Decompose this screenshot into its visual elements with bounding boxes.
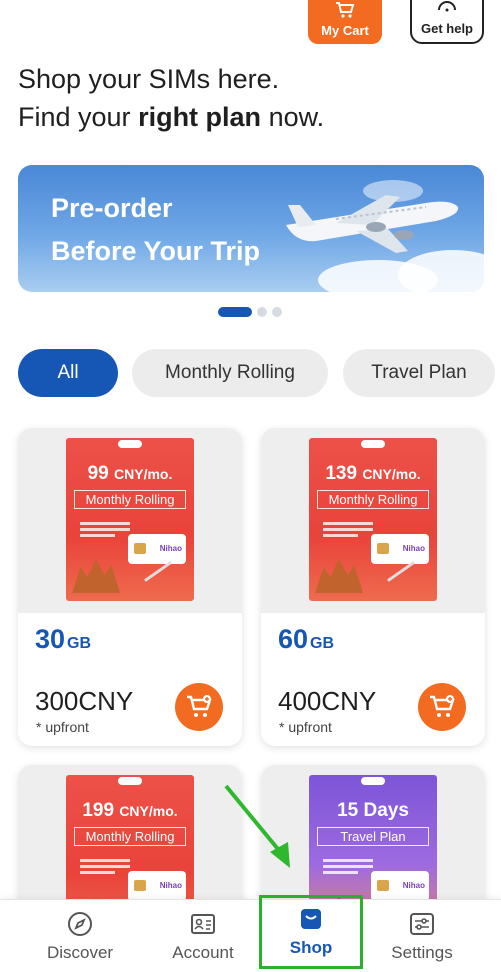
filter-chip-travel-plan[interactable]: Travel Plan bbox=[343, 349, 495, 397]
price-note: * upfront bbox=[279, 719, 332, 735]
my-cart-label: My Cart bbox=[321, 23, 369, 38]
nav-shop[interactable]: Shop bbox=[259, 895, 363, 969]
pack-price: 15 Days bbox=[337, 800, 409, 821]
headline-line-2: Find your right plan now. bbox=[18, 98, 324, 136]
headset-icon bbox=[436, 0, 458, 19]
product-card[interactable]: 139 CNY/mo. Monthly Rolling Nihao 60 GB 4… bbox=[261, 428, 485, 746]
nav-label: Settings bbox=[391, 942, 453, 962]
headline-line-1: Shop your SIMs here. bbox=[18, 64, 280, 94]
product-price: 400CNY bbox=[278, 686, 377, 716]
get-help-button[interactable]: Get help bbox=[410, 0, 484, 44]
airplane-icon bbox=[276, 185, 466, 262]
nav-label: Shop bbox=[289, 938, 333, 957]
compass-icon bbox=[68, 911, 92, 936]
filter-chip-all[interactable]: All bbox=[18, 349, 118, 397]
data-allowance: 60 GB bbox=[278, 624, 335, 654]
pack-plan: Monthly Rolling bbox=[317, 490, 429, 509]
filter-chip-monthly-rolling[interactable]: Monthly Rolling bbox=[132, 349, 328, 397]
carousel-dot-active[interactable] bbox=[218, 307, 252, 317]
pack-plan: Monthly Rolling bbox=[74, 827, 186, 846]
nav-label: Account bbox=[172, 942, 234, 962]
add-to-cart-button[interactable] bbox=[418, 683, 466, 731]
banner-subtitle: Before Your Trip bbox=[51, 236, 261, 266]
promo-banner[interactable]: Pre-order Before Your Trip bbox=[18, 165, 484, 292]
shopping-bag-icon bbox=[301, 909, 321, 929]
nav-discover[interactable]: Discover bbox=[30, 900, 130, 972]
add-cart-icon bbox=[430, 695, 455, 717]
sim-package-image: 99 CNY/mo. Monthly Rolling Nihao bbox=[66, 438, 194, 601]
product-image: 99 CNY/mo. Monthly Rolling Nihao bbox=[18, 428, 242, 613]
data-allowance: 30 GB bbox=[35, 624, 92, 654]
carousel-indicator bbox=[218, 307, 282, 317]
product-image: 139 CNY/mo. Monthly Rolling Nihao bbox=[261, 428, 485, 613]
product-card[interactable]: 99 CNY/mo. Monthly Rolling Nihao 30 GB 30… bbox=[18, 428, 242, 746]
banner-title: Pre-order bbox=[51, 193, 173, 223]
headline-text: Find your bbox=[18, 102, 139, 132]
get-help-label: Get help bbox=[420, 21, 473, 36]
pack-price: 99 CNY/mo. bbox=[87, 463, 173, 484]
sliders-icon bbox=[410, 912, 434, 935]
id-card-icon bbox=[191, 913, 215, 934]
pack-plan: Monthly Rolling bbox=[74, 490, 186, 509]
carousel-dot[interactable] bbox=[272, 307, 282, 317]
product-price: 300CNY bbox=[35, 686, 134, 716]
guide-arrow bbox=[224, 784, 290, 868]
page-headline: Shop your SIMs here. Find your right pla… bbox=[18, 60, 324, 136]
sim-package-image: 139 CNY/mo. Monthly Rolling Nihao bbox=[309, 438, 437, 601]
cart-icon bbox=[335, 2, 355, 21]
price-note: * upfront bbox=[36, 719, 89, 735]
pack-price: 199 CNY/mo. bbox=[82, 800, 178, 821]
bottom-navigation: Discover Account Shop Settings bbox=[0, 895, 501, 972]
add-to-cart-button[interactable] bbox=[175, 683, 223, 731]
nav-settings[interactable]: Settings bbox=[372, 900, 472, 972]
headline-emphasis: right plan bbox=[138, 102, 262, 132]
my-cart-button[interactable]: My Cart bbox=[308, 0, 382, 44]
pack-price: 139 CNY/mo. bbox=[325, 463, 421, 484]
pack-plan: Travel Plan bbox=[317, 827, 429, 846]
nav-label: Discover bbox=[46, 942, 114, 962]
headline-text-end: now. bbox=[261, 102, 325, 132]
nav-account[interactable]: Account bbox=[153, 900, 253, 972]
add-cart-icon bbox=[187, 695, 212, 717]
carousel-dot[interactable] bbox=[257, 307, 267, 317]
